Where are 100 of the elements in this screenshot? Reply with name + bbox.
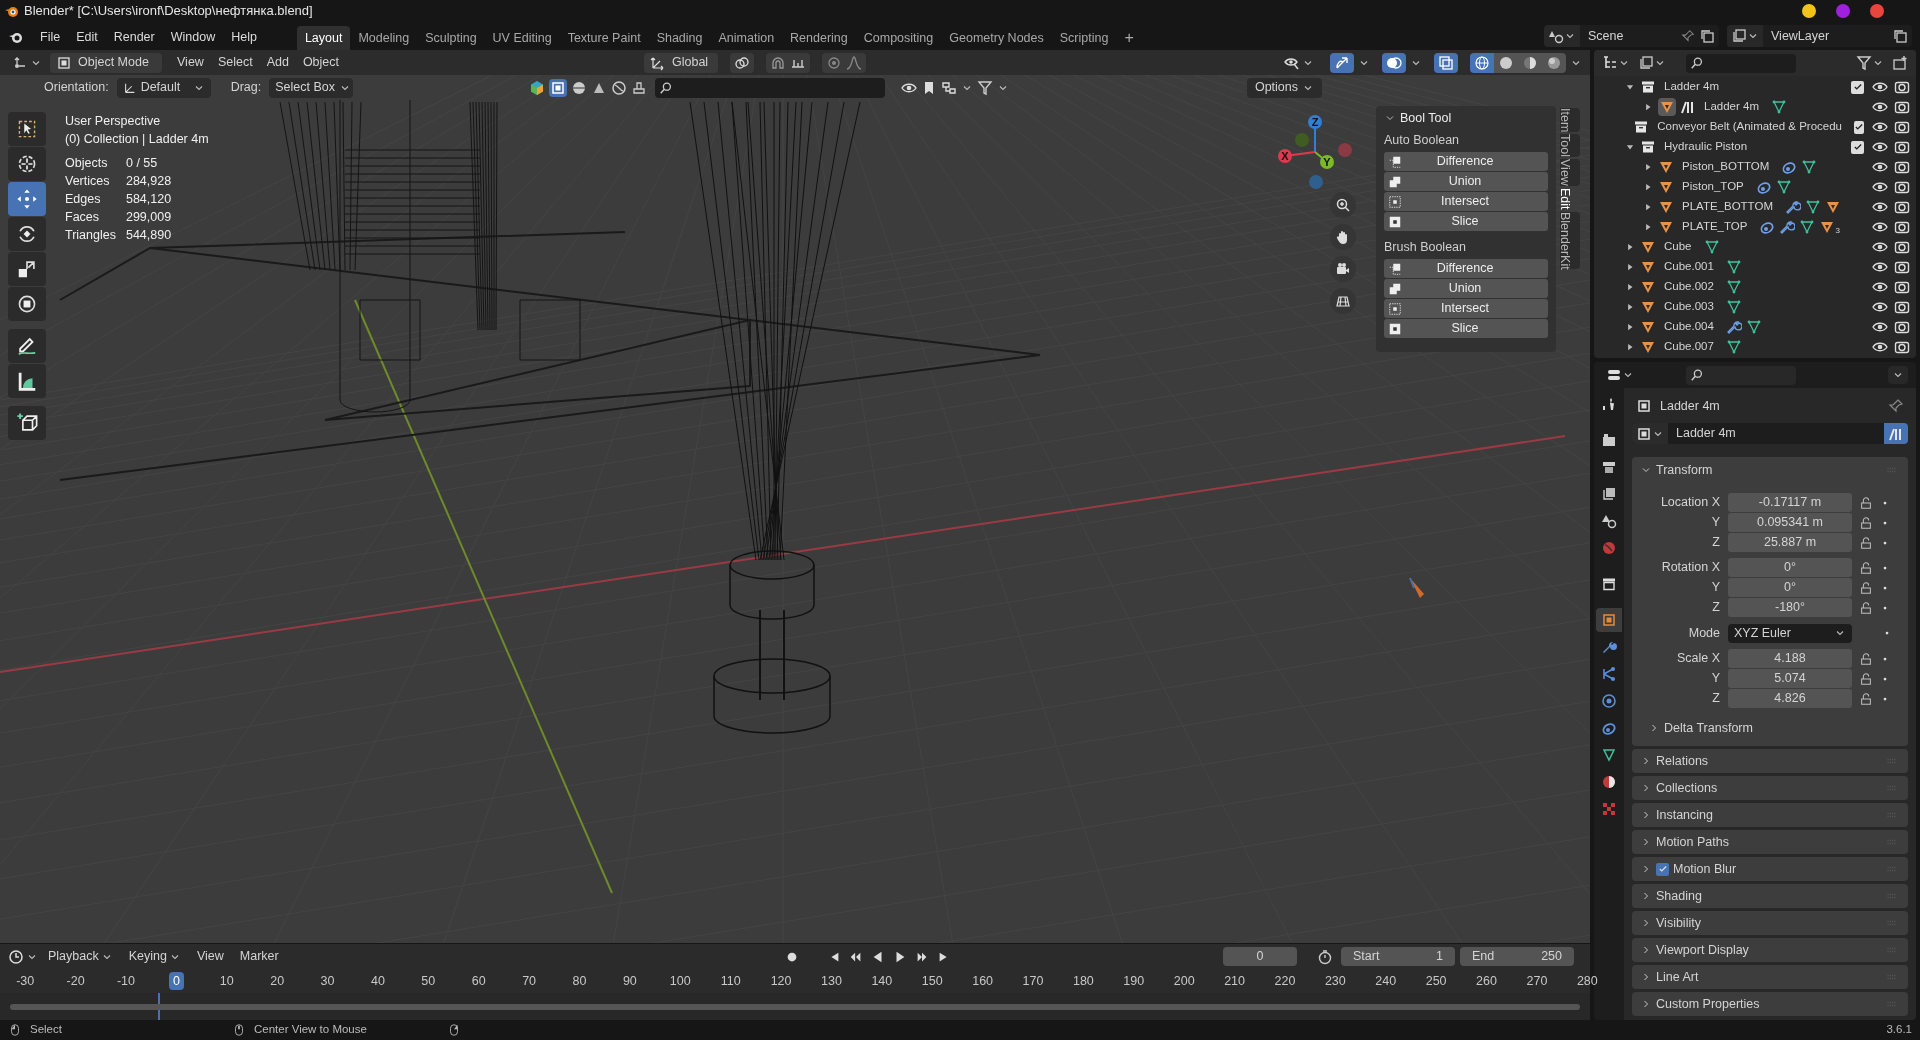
- mode-select[interactable]: XYZ Euler: [1728, 623, 1852, 643]
- menu-item[interactable]: Render: [105, 27, 163, 47]
- frame-number: 280: [1575, 972, 1599, 990]
- panel-title: Custom Properties: [1656, 995, 1761, 1013]
- section-label: Brush Boolean: [1384, 239, 1467, 257]
- menu-item[interactable]: View: [190, 947, 230, 966]
- menu-item[interactable]: Select: [210, 53, 260, 72]
- number-field[interactable]: 5.074: [1728, 669, 1852, 688]
- outliner-row[interactable]: Cube: [1594, 237, 1916, 257]
- workspace-tab[interactable]: Shading: [648, 26, 711, 50]
- outliner-row[interactable]: Cube.007: [1594, 337, 1916, 357]
- number-field[interactable]: 0°: [1728, 558, 1852, 577]
- number-field[interactable]: 0.095341 m: [1728, 513, 1852, 532]
- number-field[interactable]: 4.826: [1728, 689, 1852, 708]
- scene-selector[interactable]: Scene: [1544, 25, 1719, 47]
- orientation-dropdown[interactable]: Global: [644, 52, 718, 73]
- panel-header[interactable]: Shading: [1632, 884, 1908, 908]
- menu-item[interactable]: Playback: [42, 947, 119, 966]
- boolean-button[interactable]: Difference: [1384, 152, 1548, 171]
- panel-header[interactable]: Line Art: [1632, 965, 1908, 989]
- stat-label: Faces: [65, 209, 101, 226]
- menu-item[interactable]: Window: [162, 27, 224, 47]
- panel-header[interactable]: Viewport Display: [1632, 938, 1908, 962]
- panel-header[interactable]: Collections: [1632, 776, 1908, 800]
- sidebar-tab[interactable]: Edit: [1560, 188, 1580, 210]
- panel-header[interactable]: Custom Properties: [1632, 992, 1908, 1016]
- boolean-button[interactable]: Slice: [1384, 319, 1548, 338]
- outliner-row[interactable]: Cube.002: [1594, 277, 1916, 297]
- field-label: Mode: [1687, 624, 1721, 642]
- workspace-tab[interactable]: Layout: [296, 26, 351, 50]
- sidebar-tab[interactable]: BlenderKit: [1560, 211, 1580, 270]
- outliner-row[interactable]: Hydraulic Piston: [1594, 137, 1916, 157]
- boolean-button[interactable]: Intersect: [1384, 299, 1548, 318]
- menu-item[interactable]: File: [32, 27, 69, 47]
- boolean-button[interactable]: Difference: [1384, 259, 1548, 278]
- menu-item[interactable]: Help: [223, 27, 265, 47]
- outliner-row[interactable]: Piston_BOTTOM: [1594, 157, 1916, 177]
- panel-header[interactable]: Bool Tool: [1384, 106, 1548, 130]
- number-field[interactable]: 0°: [1728, 578, 1852, 597]
- workspace-tab[interactable]: Compositing: [855, 26, 942, 50]
- number-field[interactable]: 4.188: [1728, 649, 1852, 668]
- frame-number: 0: [168, 971, 184, 991]
- panel-title: Shading: [1656, 887, 1703, 905]
- frame-number: 160: [971, 972, 995, 990]
- panel-header[interactable]: Motion Blur: [1632, 857, 1908, 881]
- workspace-tab[interactable]: UV Editing: [484, 26, 560, 50]
- boolean-button[interactable]: Intersect: [1384, 192, 1548, 211]
- outliner-row[interactable]: Cube.004: [1594, 317, 1916, 337]
- outliner-row[interactable]: PLATE_TOP 3: [1594, 217, 1916, 237]
- workspace-tab[interactable]: Geometry Nodes: [941, 26, 1052, 50]
- workspace-tab[interactable]: Scripting: [1051, 26, 1117, 50]
- field-label: Y: [1710, 514, 1721, 532]
- subpanel-header[interactable]: Delta Transform: [1632, 716, 1908, 740]
- mode-dropdown[interactable]: Object Mode: [50, 52, 162, 73]
- sidebar-tab[interactable]: Tool: [1560, 134, 1580, 158]
- current-frame-field[interactable]: 0: [1223, 947, 1297, 966]
- start-frame-field[interactable]: Start 1: [1341, 947, 1455, 966]
- object-datablock-field[interactable]: Ladder 4m: [1632, 423, 1908, 444]
- workspace-tab[interactable]: Sculpting: [417, 26, 485, 50]
- menu-item[interactable]: Keying: [122, 947, 187, 966]
- workspace-tab[interactable]: Modeling: [350, 26, 418, 50]
- workspace-tab[interactable]: Rendering: [782, 26, 856, 50]
- outliner-row[interactable]: Cube.003: [1594, 297, 1916, 317]
- sidebar-tab[interactable]: Item: [1560, 108, 1580, 133]
- outliner-row[interactable]: Ladder 4m: [1594, 77, 1916, 97]
- number-field[interactable]: -180°: [1728, 598, 1852, 617]
- boolean-button[interactable]: Union: [1384, 172, 1548, 191]
- stat-label: Vertices: [65, 173, 111, 190]
- frame-number: 240: [1374, 972, 1398, 990]
- workspace-tab[interactable]: Texture Paint: [559, 26, 649, 50]
- panel-header[interactable]: Motion Paths: [1632, 830, 1908, 854]
- number-field[interactable]: -0.17117 m: [1728, 493, 1852, 512]
- outliner-row[interactable]: Cube.001: [1594, 257, 1916, 277]
- menu-item[interactable]: Marker: [233, 947, 285, 966]
- boolean-button[interactable]: Union: [1384, 279, 1548, 298]
- outliner-row[interactable]: Conveyor Belt (Animated & Procedu: [1594, 117, 1916, 137]
- view-layer-selector[interactable]: ViewLayer: [1727, 25, 1912, 47]
- menu-item[interactable]: Edit: [68, 27, 106, 47]
- boolean-button[interactable]: Slice: [1384, 212, 1548, 231]
- outliner-row[interactable]: Ladder 4m: [1594, 97, 1916, 117]
- number-field[interactable]: 25.887 m: [1728, 533, 1852, 552]
- outliner-item-name: Cube.001: [1664, 259, 1714, 275]
- outliner-row[interactable]: Piston_TOP: [1594, 177, 1916, 197]
- workspace-tab[interactable]: Animation: [710, 26, 783, 50]
- end-frame-field[interactable]: End 250: [1460, 947, 1574, 966]
- panel-header[interactable]: Visibility: [1632, 911, 1908, 935]
- panel-header[interactable]: Relations: [1632, 749, 1908, 773]
- add-workspace-button[interactable]: +: [1116, 26, 1142, 50]
- panel-header[interactable]: Transform: [1632, 457, 1908, 483]
- stat-value: 284,928: [125, 173, 172, 190]
- outliner-row[interactable]: PLATE_BOTTOM: [1594, 197, 1916, 217]
- menu-item[interactable]: Object: [295, 53, 346, 72]
- drag-dropdown[interactable]: Select Box: [269, 77, 354, 98]
- menu-item[interactable]: View: [170, 53, 211, 72]
- frame-number: 220: [1273, 972, 1297, 990]
- menu-item[interactable]: Add: [259, 53, 296, 72]
- panel-header[interactable]: Instancing: [1632, 803, 1908, 827]
- navigation-gizmo[interactable]: Z Y X: [1272, 106, 1362, 192]
- sidebar-tab[interactable]: View: [1560, 159, 1580, 187]
- drag-value: Select Box: [275, 79, 335, 97]
